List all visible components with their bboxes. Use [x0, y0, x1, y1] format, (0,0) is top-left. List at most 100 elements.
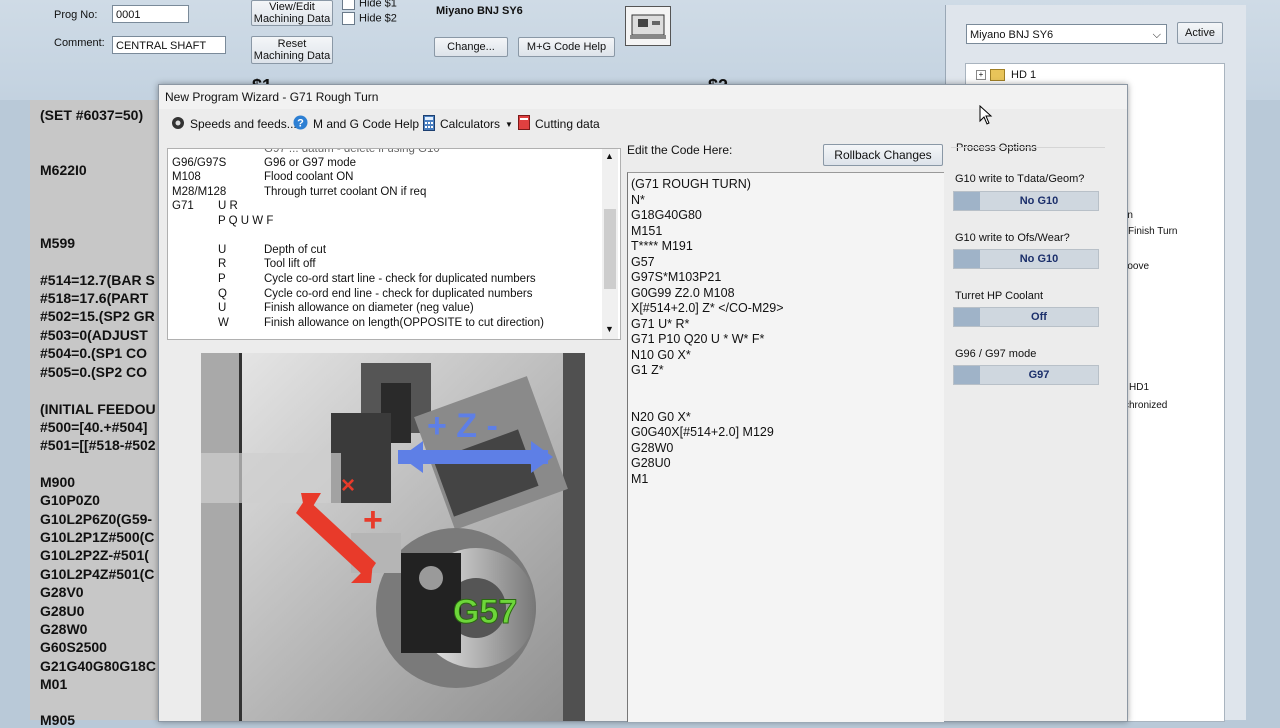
view-edit-machining-data-button[interactable]: View/Edit Machining Data — [251, 0, 333, 26]
code-editor[interactable]: (G71 ROUGH TURN) N* G18G40G80 M151 T****… — [627, 172, 944, 722]
machine-select[interactable]: Miyano BNJ SY6 ⌵ — [966, 24, 1167, 44]
option-label: G96 / G97 mode — [955, 348, 1037, 360]
tree-item-hd1[interactable]: + HD 1 — [976, 69, 1036, 81]
g10-wear-toggle[interactable]: No G10 — [953, 249, 1099, 269]
code-line: #500=[40.+#504] — [40, 419, 148, 435]
code-editor-line: G18G40G80 — [631, 208, 702, 222]
code-line: #518=17.6(PART — [40, 290, 149, 306]
help-row-desc: P Q U W F — [218, 215, 274, 227]
reset-machining-data-button[interactable]: Reset Machining Data — [251, 36, 333, 64]
code-line: G28V0 — [40, 584, 84, 600]
book-icon — [518, 115, 530, 133]
tree-item-label: HD 1 — [1011, 69, 1037, 81]
help-row-code: R — [218, 258, 227, 270]
option-label: Turret HP Coolant — [955, 290, 1044, 302]
code-editor-line: G1 Z* — [631, 363, 664, 377]
help-row-code: M108 — [172, 171, 201, 183]
option-label: G10 write to Ofs/Wear? — [955, 232, 1070, 244]
machine-name: Miyano BNJ SY6 — [436, 5, 523, 17]
g57-label: G57 — [453, 593, 517, 631]
help-row-desc: G96 or G97 mode — [264, 157, 357, 169]
code-editor-line: X[#514+2.0] Z* </CO-M29> — [631, 301, 784, 315]
code-line: G28U0 — [40, 603, 85, 619]
help-icon: ? — [293, 115, 308, 133]
help-row-partial: G97 ... datum - delete if using G10 — [264, 148, 440, 155]
cutting-data-button[interactable]: Cutting data — [518, 115, 600, 133]
machine-icon[interactable] — [625, 6, 671, 46]
code-line: #503=0(ADJUST — [40, 327, 148, 343]
help-row-code: P — [218, 273, 226, 285]
code-editor-line: N* — [631, 193, 645, 207]
prog-no-input[interactable]: 0001 — [112, 5, 189, 23]
code-editor-line: G0G99 Z2.0 M108 — [631, 286, 735, 300]
help-row-desc: Tool lift off — [264, 258, 316, 270]
expand-icon[interactable]: + — [976, 70, 986, 80]
hide-s1-checkbox[interactable]: Hide $1 — [342, 0, 397, 10]
mg-code-help-button[interactable]: M+G Code Help — [518, 37, 615, 57]
help-row-code: M28/M128 — [172, 186, 227, 198]
code-line: G10L2P1Z#500(C — [40, 529, 155, 545]
hide-s2-checkbox[interactable]: Hide $2 — [342, 12, 397, 25]
help-row-desc: Cycle co-ord start line - check for dupl… — [264, 273, 536, 285]
code-editor-line: (G71 ROUGH TURN) — [631, 177, 751, 191]
code-editor-line: N20 G0 X* — [631, 410, 691, 424]
code-line: #504=0.(SP1 CO — [40, 345, 148, 361]
g71-wizard-dialog: New Program Wizard - G71 Rough Turn Spee… — [158, 84, 1128, 722]
comment-input[interactable]: CENTRAL SHAFT — [112, 36, 226, 54]
help-row-desc: Depth of cut — [264, 244, 327, 256]
active-button[interactable]: Active — [1177, 22, 1223, 44]
code-line: G10P0Z0 — [40, 492, 100, 508]
g96-g97-mode-toggle[interactable]: G97 — [953, 365, 1099, 385]
channel-1-code-panel[interactable]: (SET #6037=50) M622I0 M599 #514=12.7(BAR… — [30, 100, 160, 728]
option-label: G10 write to Tdata/Geom? — [955, 173, 1085, 185]
prog-no-label: Prog No: — [54, 9, 98, 21]
calculators-dropdown[interactable]: Calculators ▼ — [423, 114, 513, 134]
help-row-code: U — [218, 302, 227, 314]
code-editor-line: G28W0 — [631, 441, 674, 455]
code-editor-line: G71 U* R* — [631, 317, 690, 331]
code-line: M905 — [40, 712, 76, 728]
calculator-icon — [423, 114, 435, 134]
code-editor-line: G0G40X[#514+2.0] M129 — [631, 425, 774, 439]
rollback-changes-button[interactable]: Rollback Changes — [823, 144, 943, 166]
code-line: #514=12.7(BAR S — [40, 272, 155, 288]
toggle-value: Off — [1031, 311, 1047, 323]
scrollbar-thumb[interactable] — [604, 209, 616, 289]
turret-hp-coolant-toggle[interactable]: Off — [953, 307, 1099, 327]
dropdown-arrow-icon: ▼ — [505, 119, 513, 129]
code-help-list[interactable]: G97 ... datum - delete if using G10 G96/… — [167, 148, 621, 340]
checkbox-box[interactable] — [342, 12, 355, 25]
speeds-feeds-button[interactable]: Speeds and feeds... — [171, 115, 297, 133]
help-row-desc: Finish allowance on length(OPPOSITE to c… — [264, 317, 544, 329]
scroll-down-icon[interactable]: ▼ — [605, 324, 614, 334]
help-row-code: W — [218, 317, 229, 329]
help-row-code: Q — [218, 288, 227, 300]
help-row-desc: U R — [218, 200, 238, 212]
tree-item[interactable]: HD1 — [1129, 382, 1149, 393]
gear-icon — [171, 116, 185, 133]
toggle-value: No G10 — [1019, 253, 1059, 265]
mg-code-help-tool-button[interactable]: ? M and G Code Help — [293, 115, 419, 133]
hide-s1-label: Hide $1 — [359, 0, 397, 10]
checkbox-box[interactable] — [342, 0, 355, 10]
code-editor-line: G57 — [631, 255, 655, 269]
help-row-code: G96/G97S — [172, 157, 227, 169]
folder-icon — [990, 69, 1005, 81]
help-list-scrollbar[interactable]: ▲ ▼ — [602, 149, 618, 339]
cutting-data-label: Cutting data — [535, 117, 600, 131]
code-line: M900 — [40, 474, 76, 490]
g10-tdata-toggle[interactable]: No G10 — [953, 191, 1099, 211]
process-options-panel: G10 write to Tdata/Geom? No G10 G10 writ… — [951, 147, 1105, 722]
change-button[interactable]: Change... — [434, 37, 508, 57]
code-editor-line: T**** M191 — [631, 239, 693, 253]
tree-item[interactable]: chronized — [1124, 400, 1167, 411]
scroll-up-icon[interactable]: ▲ — [605, 151, 614, 161]
code-line: #502=15.(SP2 GR — [40, 308, 155, 324]
hide-s2-label: Hide $2 — [359, 12, 397, 25]
code-editor-line: G97S*M103P21 — [631, 270, 722, 284]
code-line: G60S2500 — [40, 639, 107, 655]
code-line: G10L2P2Z-#501( — [40, 547, 149, 563]
machine-select-value: Miyano BNJ SY6 — [970, 29, 1054, 41]
code-line: M01 — [40, 676, 68, 692]
tree-item[interactable]: Finish Turn — [1128, 226, 1177, 237]
